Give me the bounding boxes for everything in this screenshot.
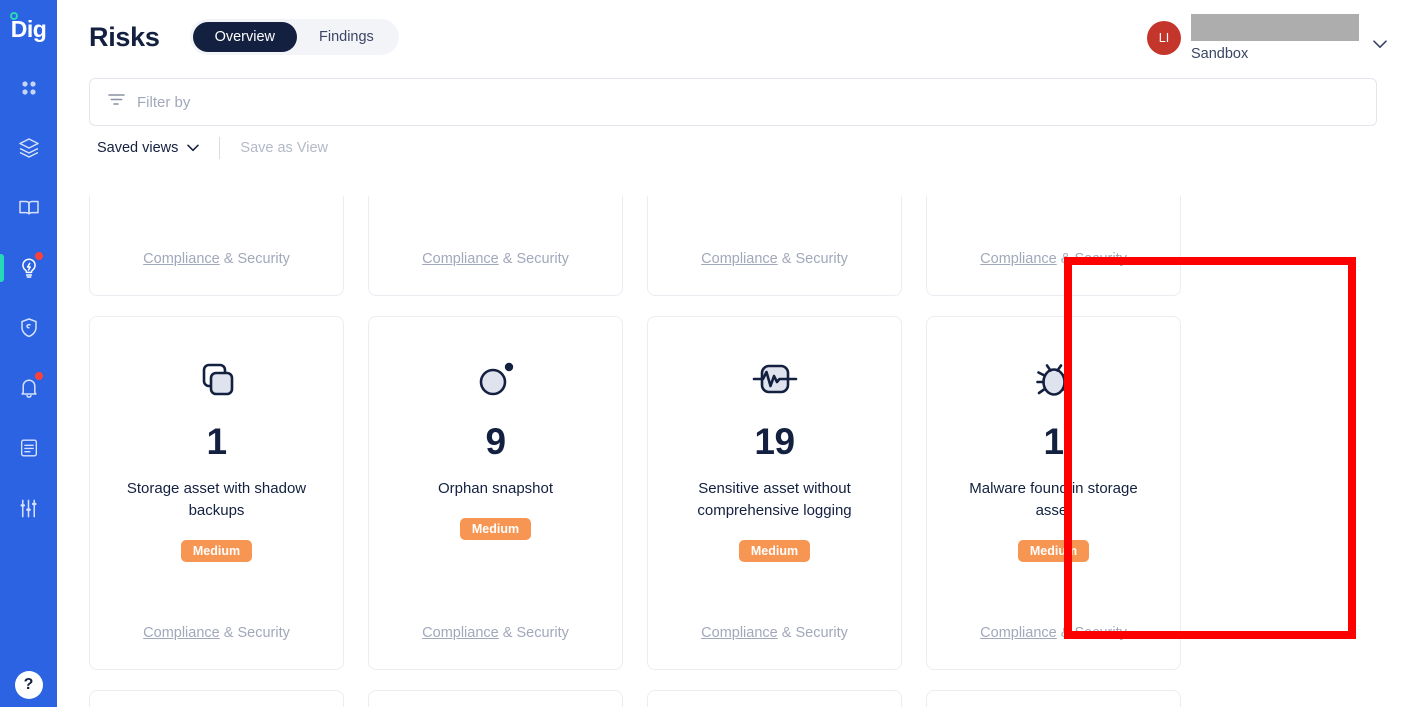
tab-findings[interactable]: Findings — [297, 22, 396, 52]
avatar: LI — [1147, 21, 1181, 55]
compliance-link[interactable]: Compliance — [422, 251, 499, 267]
lightbulb-icon[interactable] — [0, 238, 57, 298]
risk-card[interactable]: 1 Malware found in storage asset Medium Com… — [926, 316, 1181, 670]
category-rest: & Security — [498, 625, 569, 641]
sidebar-nav — [0, 58, 57, 538]
save-as-view-button[interactable]: Save as View — [240, 140, 328, 156]
risk-category-footer: Compliance & Security — [143, 625, 290, 641]
chevron-down-icon — [187, 140, 200, 156]
risk-card[interactable]: 19 Sensitive asset without comprehensive … — [647, 316, 902, 670]
book-icon[interactable] — [0, 178, 57, 238]
severity-badge: Medium — [738, 539, 811, 562]
tab-overview[interactable]: Overview — [192, 22, 297, 52]
risk-card[interactable] — [647, 690, 902, 707]
risk-category-footer: Compliance & Security — [980, 625, 1127, 641]
filter-placeholder: Filter by — [137, 93, 191, 111]
risk-count: 9 — [485, 421, 506, 462]
risk-card[interactable]: 1 Storage asset with shadow backups Medium… — [89, 316, 344, 670]
risk-category-footer: Compliance & Security — [980, 251, 1127, 267]
category-rest: & Security — [777, 625, 848, 641]
topbar: Risks Overview Findings LI Sandbox — [57, 0, 1405, 78]
risk-card[interactable] — [926, 690, 1181, 707]
risk-title: Malware found in storage asset — [969, 480, 1138, 519]
sidebar: Dig ? — [0, 0, 57, 707]
chevron-down-icon[interactable] — [1373, 36, 1387, 54]
risk-category-footer: Compliance & Security — [701, 251, 848, 267]
risk-card[interactable]: Compliance & Security — [647, 196, 902, 296]
risk-count: 19 — [754, 421, 795, 462]
category-rest: & Security — [219, 625, 290, 641]
view-tabs: Overview Findings — [189, 19, 399, 55]
main-content: Risks Overview Findings LI Sandbox Filte… — [57, 0, 1405, 707]
category-rest: & Security — [219, 251, 290, 267]
severity-badge: Medium — [459, 517, 532, 540]
compliance-link[interactable]: Compliance — [701, 625, 778, 641]
report-icon[interactable] — [0, 418, 57, 478]
category-rest: & Security — [777, 251, 848, 267]
risk-card[interactable] — [89, 690, 344, 707]
filter-input[interactable]: Filter by — [89, 78, 1377, 126]
account-name-redacted — [1191, 14, 1359, 41]
compliance-link[interactable]: Compliance — [701, 251, 778, 267]
risk-cards-grid: Compliance & Security Compliance & Securi… — [89, 196, 1405, 707]
risk-title: Orphan snapshot — [437, 480, 554, 497]
compliance-link[interactable]: Compliance — [980, 625, 1057, 641]
risk-category-footer: Compliance & Security — [422, 251, 569, 267]
risk-category-footer: Compliance & Security — [701, 625, 848, 641]
risk-category-footer: Compliance & Security — [143, 251, 290, 267]
risk-cards-viewport: Compliance & Security Compliance & Securi… — [89, 196, 1405, 707]
notification-dot — [35, 372, 43, 380]
divider — [219, 137, 221, 159]
filter-icon — [108, 93, 125, 111]
risk-title: Sensitive asset without comprehensive lo… — [697, 480, 852, 519]
compliance-link[interactable]: Compliance — [143, 251, 220, 267]
bell-icon[interactable] — [0, 358, 57, 418]
notification-dot — [35, 252, 43, 260]
page-title: Risks — [89, 21, 160, 52]
snapshot-circle-icon — [471, 353, 521, 405]
compliance-link[interactable]: Compliance — [143, 625, 220, 641]
risk-card[interactable]: Compliance & Security — [89, 196, 344, 296]
bug-icon — [1029, 353, 1079, 405]
account-environment: Sandbox — [1191, 46, 1249, 62]
risk-category-footer: Compliance & Security — [422, 625, 569, 641]
severity-badge: Medium — [180, 539, 253, 562]
severity-badge: Medium — [1017, 539, 1090, 562]
layers-icon[interactable] — [0, 118, 57, 178]
shield-icon[interactable] — [0, 298, 57, 358]
risk-card[interactable] — [368, 690, 623, 707]
logo-dot-icon — [9, 11, 18, 20]
filter-zone: Filter by Saved views Save as View — [57, 78, 1405, 170]
category-rest: & Security — [498, 251, 569, 267]
sliders-icon[interactable] — [0, 478, 57, 538]
category-rest: & Security — [1056, 625, 1127, 641]
saved-views-dropdown[interactable]: Saved views — [97, 140, 200, 156]
risk-title: Storage asset with shadow backups — [126, 480, 307, 519]
views-row: Saved views Save as View — [89, 126, 1381, 170]
risk-card[interactable]: Compliance & Security — [368, 196, 623, 296]
risk-count: 1 — [206, 421, 227, 462]
copy-squares-icon — [192, 353, 242, 405]
pulse-square-icon — [750, 353, 800, 405]
compliance-link[interactable]: Compliance — [980, 251, 1057, 267]
help-button[interactable]: ? — [14, 671, 43, 699]
risk-card[interactable]: Compliance & Security — [926, 196, 1181, 296]
account-menu[interactable]: LI Sandbox — [1147, 14, 1387, 62]
risk-count: 1 — [1043, 421, 1064, 462]
compliance-link[interactable]: Compliance — [422, 625, 499, 641]
apps-grid-icon[interactable] — [0, 58, 57, 118]
app-logo[interactable]: Dig — [0, 0, 57, 58]
category-rest: & Security — [1056, 251, 1127, 267]
risk-card[interactable]: 9 Orphan snapshot Medium Compliance & Secur… — [368, 316, 623, 670]
saved-views-label: Saved views — [97, 140, 179, 156]
